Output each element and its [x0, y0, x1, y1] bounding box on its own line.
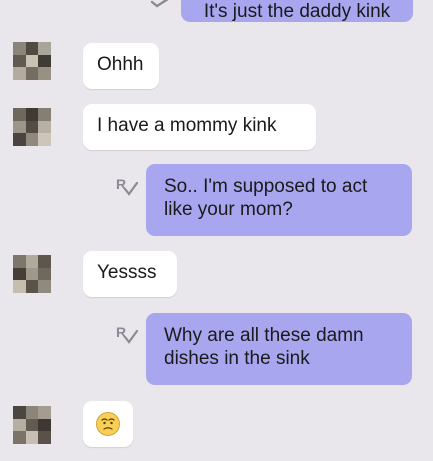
worried-face-emoji	[96, 412, 120, 436]
message-text: Why are all these damn dishes in the sin…	[164, 325, 364, 369]
message-text: So.. I'm supposed to act like your mom?	[164, 176, 368, 220]
message-bubble-incoming[interactable]: I have a mommy kink	[83, 104, 316, 150]
message-text: Ohhh	[97, 54, 144, 75]
message-bubble-incoming[interactable]: Ohhh	[83, 43, 159, 89]
message-thread: It's just the daddy kink Ohhh I have a m…	[0, 0, 433, 461]
avatar[interactable]	[13, 255, 51, 293]
message-text: Yessss	[97, 262, 157, 283]
message-bubble-outgoing[interactable]: Why are all these damn dishes in the sin…	[146, 313, 412, 385]
message-bubble-incoming[interactable]: Yessss	[83, 251, 177, 297]
avatar[interactable]	[13, 108, 51, 146]
message-bubble-outgoing[interactable]: So.. I'm supposed to act like your mom?	[146, 164, 412, 236]
message-text: I have a mommy kink	[97, 115, 277, 136]
read-receipt-icon: R	[116, 324, 139, 344]
read-receipt-icon: R	[116, 176, 139, 196]
checkmark-icon	[150, 0, 169, 8]
worried-face-icon	[101, 418, 115, 430]
message-bubble-incoming[interactable]	[83, 401, 133, 447]
avatar[interactable]	[13, 406, 51, 444]
avatar[interactable]	[13, 42, 51, 80]
message-text: It's just the daddy kink	[203, 1, 391, 22]
message-bubble-outgoing[interactable]: It's just the daddy kink	[181, 0, 413, 22]
